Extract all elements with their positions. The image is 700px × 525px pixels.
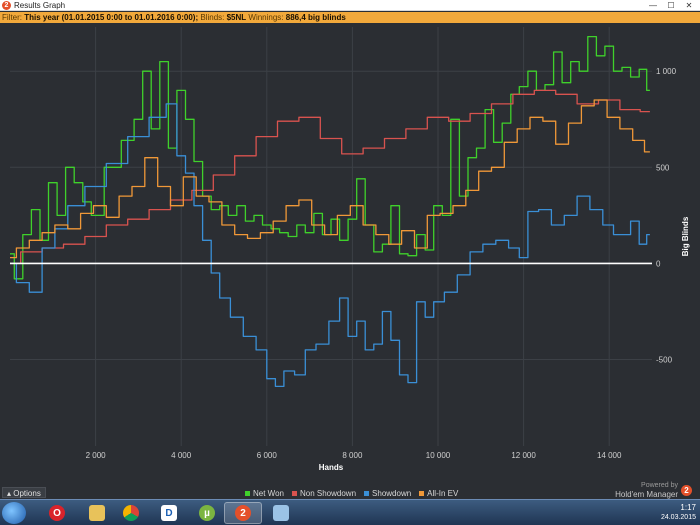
filter-label: Filter: bbox=[2, 13, 22, 22]
powered-by-text: Powered by bbox=[641, 482, 678, 489]
taskbar-opera[interactable]: O bbox=[38, 502, 76, 524]
x-tick-label: 6 000 bbox=[257, 451, 278, 460]
opera-icon: O bbox=[49, 505, 65, 521]
filter-bar[interactable]: Filter: This year (01.01.2015 0:00 to 01… bbox=[0, 12, 700, 23]
x-axis-title: Hands bbox=[319, 463, 344, 472]
title-bar: 2 Results Graph — ☐ ✕ bbox=[0, 0, 700, 11]
start-button[interactable] bbox=[2, 502, 26, 524]
y-tick-label: 500 bbox=[656, 163, 670, 172]
system-clock[interactable]: 1:17 24.03.2015 bbox=[661, 503, 696, 522]
minimize-button[interactable]: — bbox=[644, 0, 662, 11]
holdem-manager-icon: 2 bbox=[235, 505, 251, 521]
options-label: Options bbox=[13, 489, 41, 498]
paint-icon bbox=[273, 505, 289, 521]
x-tick-label: 8 000 bbox=[342, 451, 363, 460]
legend-swatch bbox=[245, 490, 250, 496]
utorrent-icon: µ bbox=[199, 505, 215, 521]
filter-blinds-value: $5NL bbox=[226, 13, 247, 22]
results-chart: 2 000 4 000 6 000 8 000 10 000 12 000 14 000 -5… bbox=[10, 27, 690, 472]
window-controls: — ☐ ✕ bbox=[644, 0, 698, 11]
taskbar-app-d[interactable]: D bbox=[150, 502, 188, 524]
y-tick-label: 0 bbox=[656, 259, 661, 268]
results-graph-window: 2 Results Graph — ☐ ✕ Filter: This year … bbox=[0, 0, 700, 525]
filter-summary: Filter: This year (01.01.2015 0:00 to 01… bbox=[2, 12, 346, 23]
legend-swatch bbox=[291, 490, 297, 496]
caret-up-icon: ▴ bbox=[7, 489, 12, 498]
legend-swatch bbox=[364, 490, 370, 496]
clock-time: 1:17 bbox=[680, 503, 696, 512]
legend-label: Net Won bbox=[253, 488, 284, 498]
window-title: Results Graph bbox=[14, 1, 66, 10]
chrome-icon bbox=[123, 505, 139, 521]
taskbar-utorrent[interactable]: µ bbox=[188, 502, 226, 524]
branding: Powered by Hold'em Manager bbox=[615, 482, 678, 500]
y-tick-label: 1 000 bbox=[656, 67, 677, 76]
y-tick-label: -500 bbox=[656, 356, 673, 365]
filter-winnings-value: 886,4 big blinds bbox=[285, 13, 346, 22]
options-button[interactable]: ▴ Options bbox=[2, 487, 46, 498]
x-tick-label: 4 000 bbox=[171, 451, 192, 460]
close-button[interactable]: ✕ bbox=[680, 0, 698, 11]
taskbar-chrome[interactable] bbox=[112, 502, 150, 524]
taskbar-holdem-manager[interactable]: 2 bbox=[224, 502, 262, 524]
clock-date: 24.03.2015 bbox=[660, 514, 696, 521]
legend-label: Non Showdown bbox=[299, 488, 357, 498]
x-tick-label: 10 000 bbox=[426, 451, 451, 460]
folder-icon bbox=[89, 505, 105, 521]
filter-blinds-label: Blinds: bbox=[200, 13, 225, 22]
legend-item-net-won[interactable]: Net Won bbox=[245, 488, 284, 498]
windows-taskbar: O D µ 2 1:17 24.03.2015 bbox=[0, 499, 700, 525]
legend-item-showdown[interactable]: Showdown bbox=[364, 488, 411, 498]
taskbar-explorer[interactable] bbox=[78, 502, 116, 524]
legend-item-non-showdown[interactable]: Non Showdown bbox=[291, 488, 357, 498]
legend-label: All-In EV bbox=[427, 488, 459, 498]
x-tick-label: 12 000 bbox=[511, 451, 536, 460]
x-tick-label: 14 000 bbox=[597, 451, 622, 460]
y-axis-title: Big Blinds bbox=[681, 216, 690, 256]
holdem-manager-logo-icon: 2 bbox=[681, 485, 692, 496]
chart-legend: Net Won Non Showdown Showdown All-In EV bbox=[245, 488, 458, 498]
maximize-button[interactable]: ☐ bbox=[662, 0, 680, 11]
legend-label: Showdown bbox=[372, 488, 412, 498]
legend-item-all-in-ev[interactable]: All-In EV bbox=[419, 488, 458, 498]
d-app-icon: D bbox=[161, 505, 177, 521]
legend-swatch bbox=[419, 490, 425, 496]
x-tick-label: 2 000 bbox=[86, 451, 107, 460]
filter-period: This year (01.01.2015 0:00 to 01.01.2016… bbox=[24, 13, 199, 22]
filter-winnings-label: Winnings: bbox=[248, 13, 284, 22]
taskbar-paint[interactable] bbox=[262, 502, 300, 524]
holdem-manager-app-icon: 2 bbox=[2, 1, 11, 10]
